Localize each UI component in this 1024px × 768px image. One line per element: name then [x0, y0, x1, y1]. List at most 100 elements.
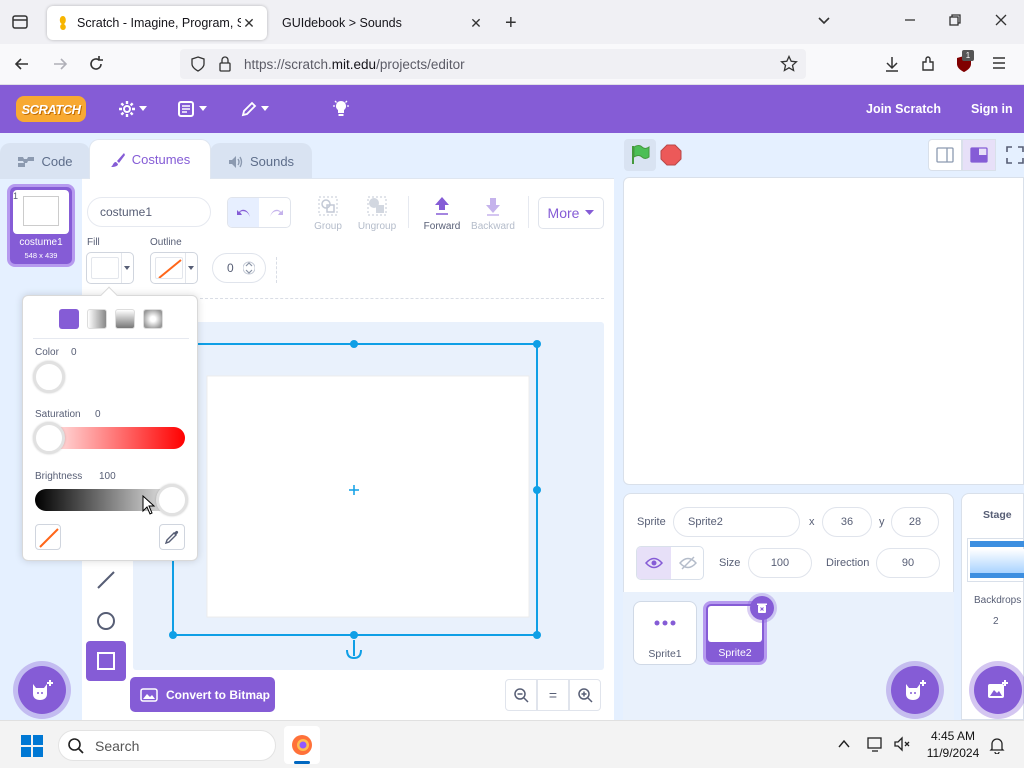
- vertical-gradient-button[interactable]: [115, 309, 135, 329]
- undo-button[interactable]: [228, 198, 259, 227]
- browser-nav-bar: https://scratch.mit.edu/projects/editor …: [0, 44, 1024, 85]
- convert-to-bitmap-button[interactable]: Convert to Bitmap: [130, 677, 275, 712]
- edit-menu[interactable]: [240, 85, 269, 133]
- join-scratch-button[interactable]: Join Scratch: [866, 85, 941, 133]
- mouse-cursor-icon: [142, 495, 156, 515]
- outline-color-dropdown[interactable]: [150, 252, 198, 284]
- y-input[interactable]: 28: [891, 507, 939, 537]
- fill-swatch: [91, 257, 119, 279]
- costume-tile[interactable]: 1 costume1 548 x 439: [7, 184, 75, 267]
- solid-fill-button[interactable]: [59, 309, 79, 329]
- line-tool[interactable]: [86, 560, 126, 600]
- costume-name-input[interactable]: costume1: [87, 197, 211, 227]
- size-input[interactable]: 100: [748, 548, 812, 578]
- x-input[interactable]: 36: [822, 507, 872, 537]
- show-button[interactable]: [637, 547, 671, 579]
- settings-menu[interactable]: [118, 85, 147, 133]
- scratch-logo[interactable]: SCRATCH: [16, 96, 86, 122]
- large-stage-button[interactable]: [962, 139, 996, 171]
- forward-icon[interactable]: [50, 54, 72, 76]
- outline-width-stepper[interactable]: 0: [212, 253, 266, 283]
- tab-list-icon[interactable]: [10, 12, 32, 34]
- windows-start-icon[interactable]: [20, 734, 44, 758]
- minimize-icon[interactable]: [902, 12, 924, 34]
- convert-label: Convert to Bitmap: [166, 687, 271, 702]
- clock-time: 4:45 AM: [930, 729, 976, 743]
- backward-button[interactable]: Backward: [471, 194, 515, 238]
- close-tab-icon[interactable]: ✕: [241, 15, 257, 32]
- rectangle-tool[interactable]: [86, 641, 126, 681]
- back-icon[interactable]: [12, 54, 34, 76]
- tab-code[interactable]: Code: [0, 143, 90, 179]
- add-backdrop-button[interactable]: [974, 666, 1022, 714]
- sprite-tile-sprite1[interactable]: Sprite1: [633, 601, 697, 665]
- extensions-icon[interactable]: [918, 54, 940, 76]
- zoom-out-button[interactable]: [505, 679, 537, 711]
- bookmark-star-icon[interactable]: [780, 55, 798, 73]
- green-flag-button[interactable]: [624, 139, 656, 171]
- color-slider-handle[interactable]: [33, 361, 65, 393]
- lock-icon[interactable]: [218, 56, 232, 72]
- ungroup-button[interactable]: Ungroup: [355, 194, 399, 238]
- fullscreen-icon[interactable]: [1006, 146, 1024, 164]
- reload-icon[interactable]: [86, 54, 108, 76]
- saturation-slider-handle[interactable]: [33, 422, 65, 454]
- taskbar-clock[interactable]: 4:45 AM 11/9/2024: [924, 729, 982, 760]
- redo-button[interactable]: [260, 198, 291, 227]
- chevron-down-icon[interactable]: [816, 12, 838, 34]
- forward-label: Forward: [423, 221, 461, 232]
- address-bar[interactable]: https://scratch.mit.edu/projects/editor: [180, 49, 806, 79]
- shield-icon[interactable]: [190, 56, 206, 72]
- network-icon[interactable]: [867, 735, 885, 753]
- redo-icon: [268, 207, 284, 219]
- chevron-up-icon[interactable]: [837, 737, 851, 751]
- saturation-label: Saturation: [35, 409, 81, 420]
- tab-scratch[interactable]: Scratch - Imagine, Program, Sh ✕: [47, 6, 267, 40]
- restore-icon[interactable]: [947, 12, 969, 34]
- scratch-menu-bar: SCRATCH Join Scratch Sign in: [0, 85, 1024, 133]
- radial-gradient-button[interactable]: [143, 309, 163, 329]
- hamburger-menu-icon[interactable]: [990, 54, 1012, 76]
- downloads-icon[interactable]: [882, 54, 904, 76]
- eyedropper-button[interactable]: [159, 524, 185, 550]
- zoom-reset-button[interactable]: =: [537, 679, 569, 711]
- forward-button[interactable]: Forward: [420, 194, 464, 238]
- direction-value: 90: [901, 557, 915, 569]
- canvas-area[interactable]: [133, 322, 604, 670]
- fill-color-dropdown[interactable]: [86, 252, 134, 284]
- more-button[interactable]: More: [538, 197, 604, 229]
- tab-sounds[interactable]: Sounds: [210, 143, 312, 179]
- add-costume-button[interactable]: [18, 666, 66, 714]
- close-window-icon[interactable]: [993, 12, 1015, 34]
- brightness-slider-handle[interactable]: [156, 484, 188, 516]
- horizontal-gradient-button[interactable]: [87, 309, 107, 329]
- taskbar-search-box[interactable]: Search: [58, 730, 276, 761]
- tutorials-button[interactable]: [332, 85, 350, 133]
- direction-input[interactable]: 90: [876, 548, 940, 578]
- close-tab-icon[interactable]: ✕: [468, 15, 484, 32]
- no-color-button[interactable]: [35, 524, 61, 550]
- circle-tool[interactable]: [86, 601, 126, 641]
- group-button[interactable]: Group: [306, 194, 350, 238]
- visibility-toggle: [636, 546, 704, 580]
- sprite-name-input[interactable]: Sprite2: [673, 507, 800, 537]
- new-tab-icon[interactable]: +: [505, 12, 527, 34]
- firefox-taskbar-button[interactable]: [284, 726, 320, 764]
- eye-slash-icon: [678, 556, 697, 570]
- stage-title: Stage: [983, 509, 1012, 521]
- hide-button[interactable]: [671, 547, 704, 579]
- zoom-in-button[interactable]: [569, 679, 601, 711]
- ublock-icon[interactable]: 1: [954, 50, 976, 76]
- volume-icon[interactable]: [893, 735, 911, 753]
- tab-costumes[interactable]: Costumes: [89, 139, 211, 179]
- file-menu[interactable]: [178, 85, 207, 133]
- delete-sprite-button[interactable]: [750, 596, 774, 620]
- add-sprite-button[interactable]: [891, 666, 939, 714]
- stop-button[interactable]: [660, 144, 682, 166]
- tab-title: Scratch - Imagine, Program, Sh: [77, 16, 241, 30]
- stage-canvas[interactable]: [623, 177, 1024, 485]
- tab-guidebook[interactable]: GUIdebook > Sounds ✕: [272, 6, 494, 40]
- small-stage-button[interactable]: [928, 139, 962, 171]
- notification-bell-icon[interactable]: [989, 736, 1005, 754]
- sign-in-button[interactable]: Sign in: [971, 85, 1013, 133]
